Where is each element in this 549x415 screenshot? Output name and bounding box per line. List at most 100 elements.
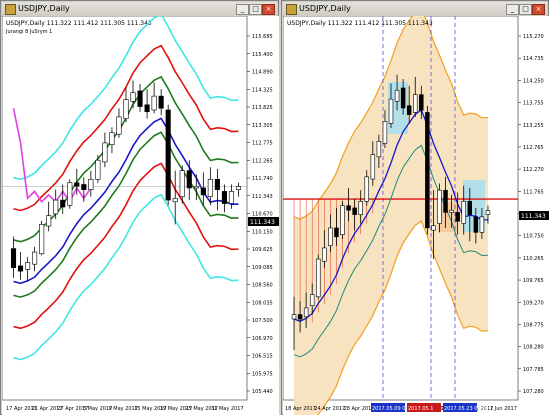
price-tick-label: 114.250	[523, 78, 544, 84]
price-tick-label: 112.270	[523, 167, 544, 173]
candle-body	[116, 116, 122, 135]
candle-body	[10, 248, 17, 268]
candle-body	[200, 187, 206, 196]
candle-body	[123, 99, 129, 119]
candle-body	[165, 109, 171, 201]
price-tick-label: 113.755	[523, 101, 544, 107]
candle-body	[102, 142, 108, 163]
candle-body	[303, 307, 309, 318]
candle-body	[352, 207, 357, 215]
price-tick-label: 110.750	[523, 234, 544, 240]
candle-body	[328, 227, 333, 247]
candle-body	[228, 191, 235, 204]
candle-body	[437, 189, 442, 224]
date-tick-label: 18 Apr 2017	[285, 406, 316, 412]
price-tick-label: 114.735	[523, 56, 544, 62]
price-tick-label: 105.440	[252, 389, 273, 395]
candle-body	[207, 178, 213, 197]
chart-window-left[interactable]: USDJPY,Daily _ □ × USDJPY,Daily 111.322 …	[0, 0, 279, 415]
price-tick-label: 105.975	[252, 371, 273, 377]
chart-window-right[interactable]: USDJPY,Daily _ □ × USDJPY,Daily 111.322 …	[281, 0, 549, 415]
price-tick-label: 115.400	[252, 52, 273, 58]
indicator-label: Jurangi 8 JuSrym 1	[5, 29, 52, 35]
candle-body	[297, 314, 303, 320]
price-chart-right[interactable]: USDJPY,Daily 111.322 111.412 111.305 111…	[283, 16, 549, 415]
price-tick-label: 111.343	[252, 194, 273, 200]
candle-body	[388, 98, 394, 124]
price-chart-left[interactable]: USDJPY,Daily 111.322 111.412 111.305 111…	[2, 16, 279, 415]
price-tick-label: 110.670	[252, 212, 273, 218]
candle-body	[88, 178, 94, 190]
candle-body	[130, 92, 136, 102]
candle-body	[32, 251, 38, 265]
current-price-label: 111.343	[521, 213, 546, 220]
candle-body	[479, 216, 485, 233]
candle-body	[419, 94, 424, 111]
title-bar-left[interactable]: USDJPY,Daily _ □ ×	[2, 2, 277, 17]
candle-body	[455, 212, 460, 222]
candle-body	[449, 209, 454, 213]
candle-body	[74, 182, 80, 187]
price-tick-label: 109.625	[252, 247, 273, 253]
date-axis: 17 Apr 201721 Apr 201727 Apr 20173 May 2…	[6, 406, 244, 412]
title-bar-right[interactable]: USDJPY,Daily _ □ ×	[283, 2, 547, 17]
candle-body	[221, 191, 227, 204]
price-tick-label: 115.270	[523, 34, 544, 40]
date-tick-label: 28 Apr 2017	[344, 406, 375, 412]
price-tick-label: 109.765	[523, 278, 544, 284]
window-title-left: USDJPY,Daily	[18, 4, 70, 13]
maximize-button[interactable]: □	[249, 4, 262, 15]
price-tick-label: 111.765	[523, 189, 544, 195]
candle-body	[340, 205, 345, 235]
candle-body	[109, 132, 115, 145]
close-button[interactable]: ×	[532, 4, 545, 15]
price-tick-label: 115.685	[252, 34, 273, 40]
price-tick-label: 111.740	[252, 176, 273, 182]
chart-header: USDJPY,Daily 111.322 111.412 111.305 111…	[287, 20, 433, 27]
candle-body	[214, 178, 220, 190]
candle-body	[179, 170, 185, 197]
candle-body	[172, 198, 178, 203]
candle-body	[186, 170, 192, 189]
minimize-button[interactable]: _	[506, 4, 519, 15]
candle-body	[53, 199, 59, 215]
candle-body	[346, 205, 351, 211]
candle-body	[358, 200, 363, 215]
candle-body	[193, 185, 199, 189]
candle-body	[443, 189, 448, 213]
price-tick-label: 113.825	[252, 105, 273, 111]
candle-body	[25, 262, 31, 270]
price-tick-label: 112.775	[252, 141, 273, 147]
candle-body	[370, 154, 376, 180]
price-tick-label: 108.035	[252, 300, 273, 306]
candle-body	[425, 112, 430, 229]
candle-body	[60, 199, 66, 208]
date-marker-label: 2017.05.23 00:00	[444, 406, 489, 412]
candle-body	[364, 176, 369, 202]
chart-header: USDJPY,Daily 111.322 111.412 111.305 111…	[6, 20, 152, 27]
price-tick-label: 114.325	[252, 87, 273, 93]
chart-window-icon	[286, 4, 297, 15]
candle-body	[322, 247, 327, 262]
minimize-button[interactable]: _	[236, 4, 249, 15]
candle-body	[46, 215, 52, 227]
price-tick-label: 110.265	[523, 256, 544, 262]
price-tick-label: 107.280	[523, 389, 544, 395]
date-axis-markers: 2017.05.09 00:002017.05.1 2017.05.23 00:0…	[371, 403, 489, 412]
candle-body	[291, 314, 297, 320]
candle-body	[467, 200, 473, 215]
price-tick-label: 110.150	[252, 229, 273, 235]
candle-body	[39, 224, 45, 255]
candle-body	[382, 121, 388, 144]
price-tick-label: 112.765	[523, 145, 544, 151]
candle-body	[158, 95, 164, 109]
price-tick-label: 114.890	[252, 70, 273, 76]
candle-body	[485, 210, 491, 215]
candle-body	[376, 141, 382, 158]
maximize-button[interactable]: □	[519, 4, 532, 15]
candle-body	[144, 104, 150, 113]
close-button[interactable]: ×	[262, 4, 275, 15]
price-tick-label: 112.265	[252, 158, 273, 164]
candle-body	[394, 89, 400, 102]
date-tick-label: 1 Jun 2017	[490, 406, 517, 412]
